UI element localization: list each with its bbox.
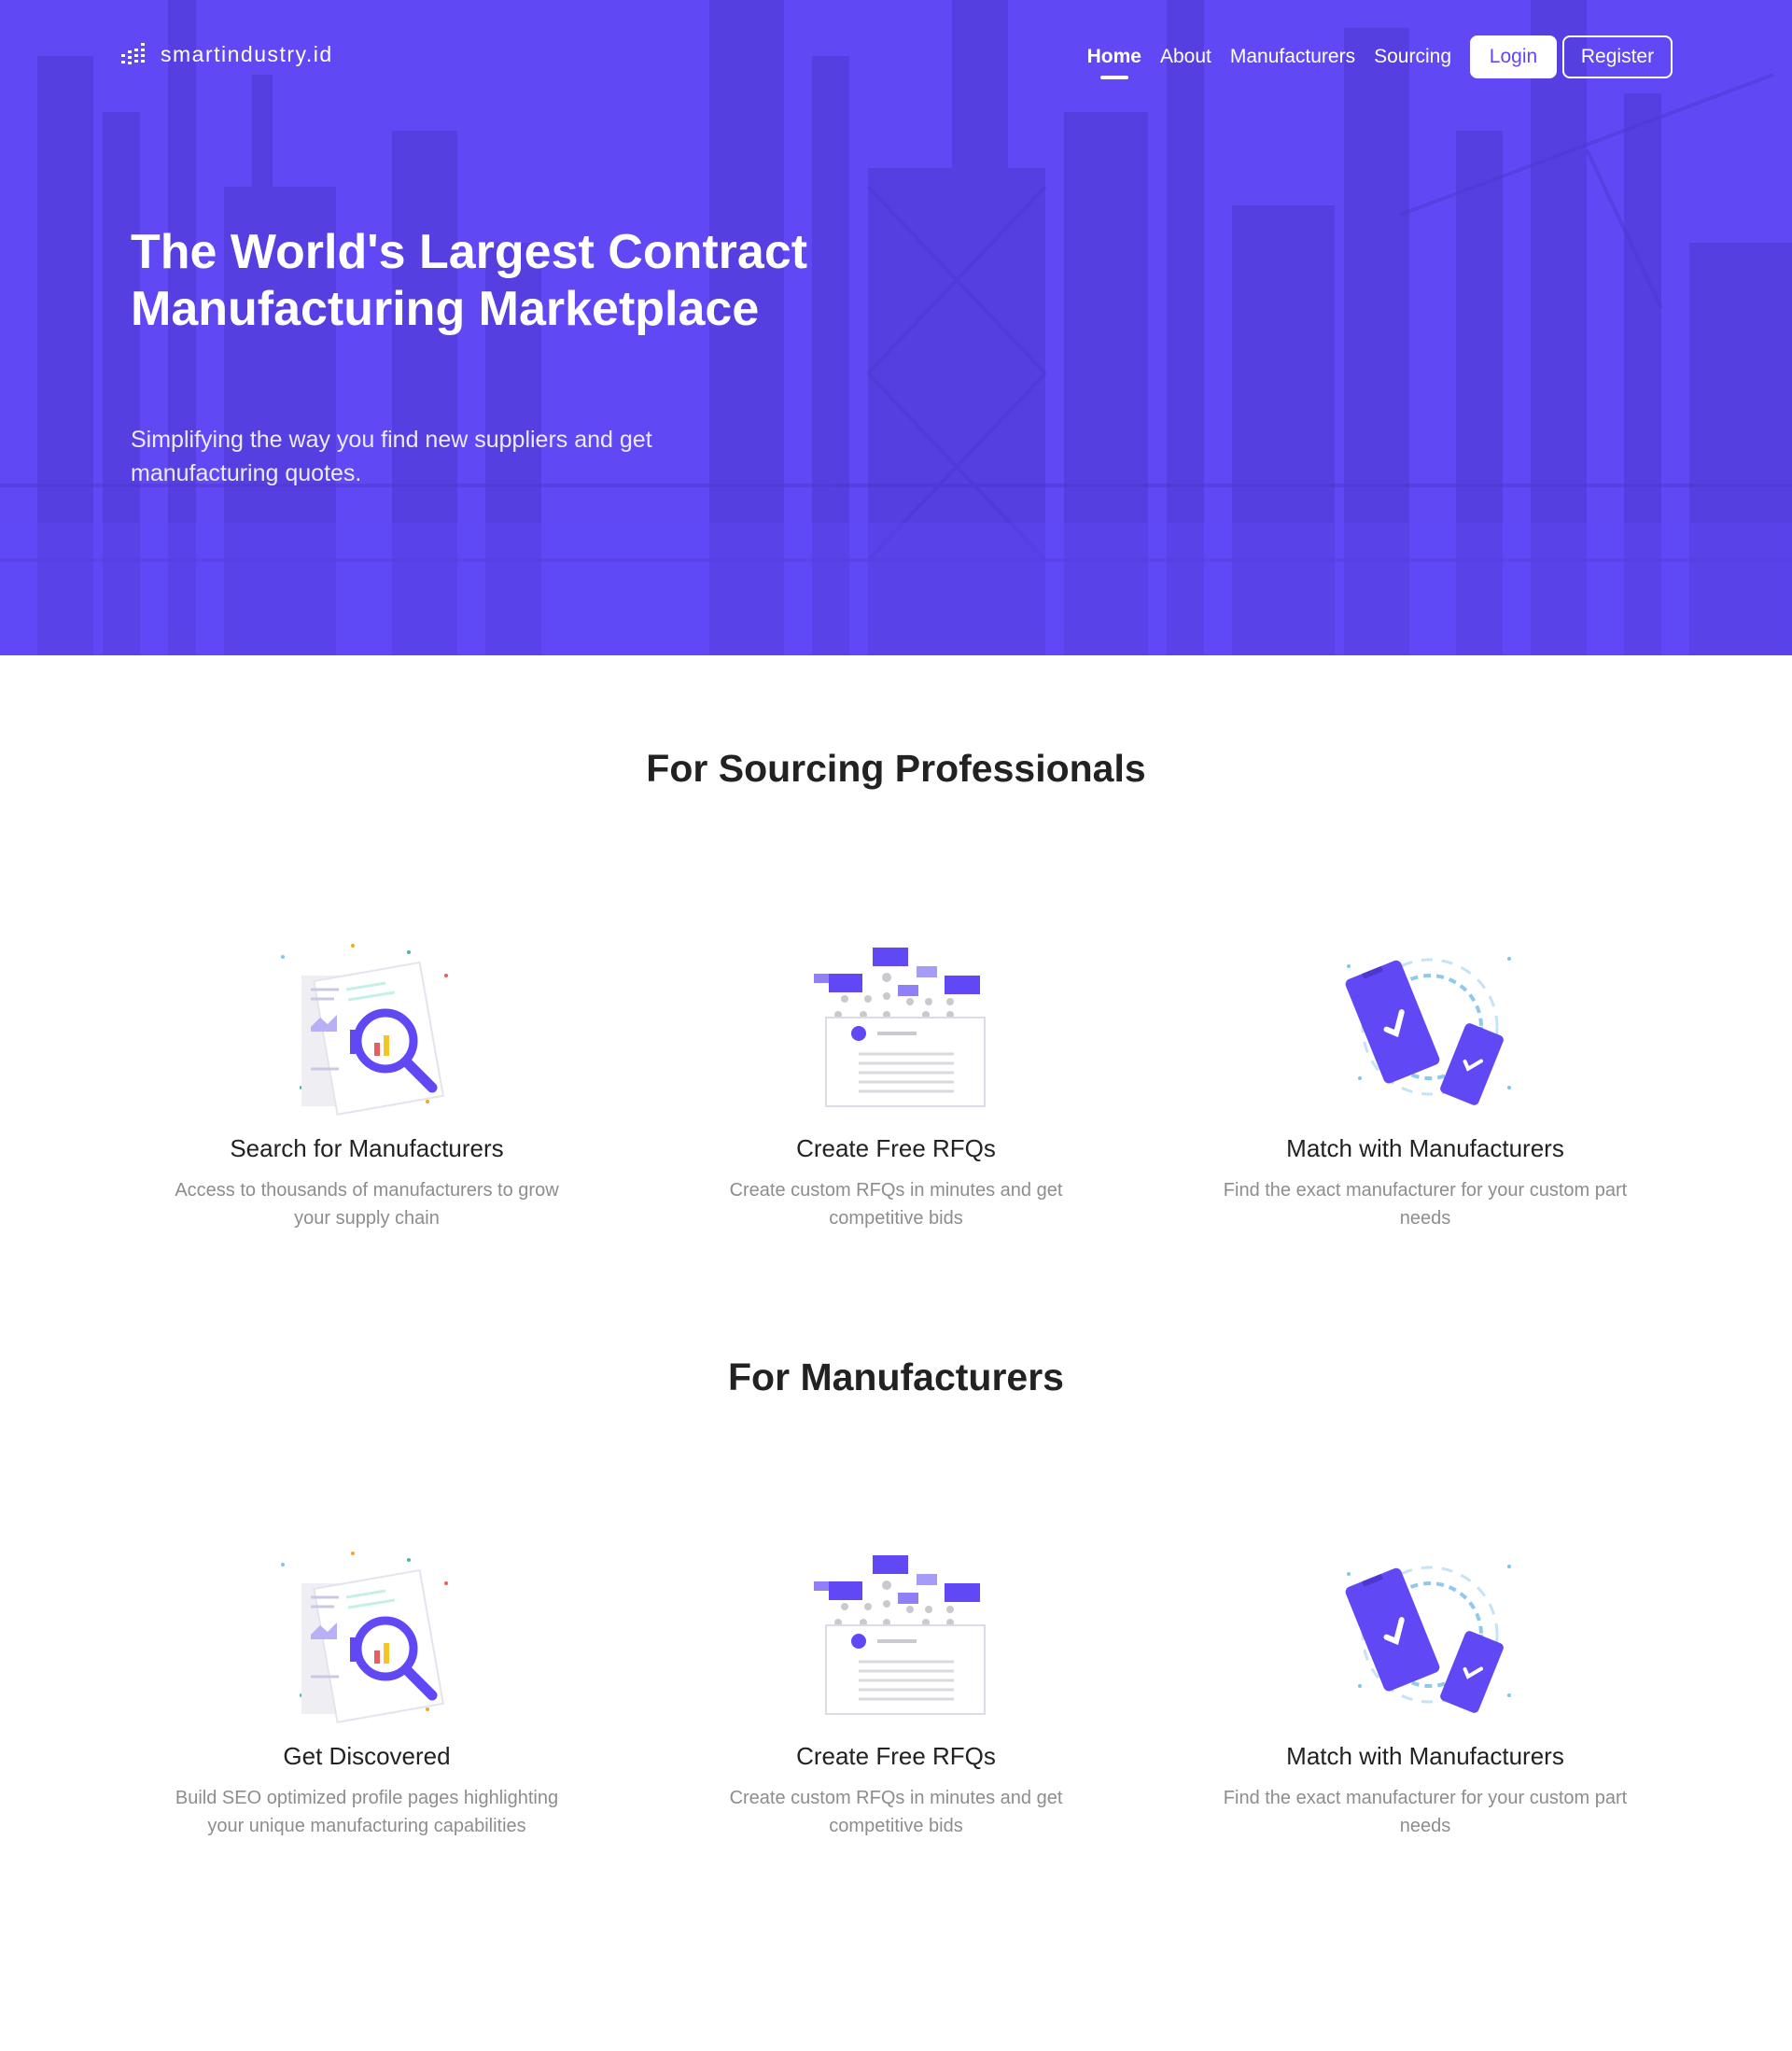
feature-match-manufacturers-2: Match with Manufacturers Find the exact … <box>1220 1546 1631 1840</box>
nav-about-link[interactable]: About <box>1160 46 1211 68</box>
feature-description: Access to thousands of manufacturers to … <box>175 1180 559 1229</box>
hero-section: smartindustry.id Home About Manufacturer… <box>0 0 1792 655</box>
feature-create-rfqs: Create Free RFQs Create custom RFQs in m… <box>691 938 1101 1232</box>
matching-phones-icon <box>1323 1546 1528 1723</box>
login-button[interactable]: Login <box>1470 35 1557 78</box>
hero-subtitle: Simplifying the way you find new supplie… <box>131 427 652 486</box>
feature-description: Create custom RFQs in minutes and get co… <box>729 1788 1063 1836</box>
feature-search-manufacturers: Search for Manufacturers Access to thous… <box>161 938 572 1232</box>
feature-get-discovered: Get Discovered Build SEO optimized profi… <box>161 1546 572 1840</box>
brand-logo[interactable]: smartindustry.id <box>121 41 333 67</box>
search-documents-icon <box>264 1546 469 1723</box>
feature-title: Match with Manufacturers <box>1286 1134 1564 1162</box>
feature-title: Get Discovered <box>283 1742 451 1770</box>
logo-bars-icon <box>121 43 145 64</box>
nav-manufacturers-link[interactable]: Manufacturers <box>1230 46 1355 68</box>
feature-description: Build SEO optimized profile pages highli… <box>175 1788 559 1836</box>
manufacturers-section-title: For Manufacturers <box>728 1356 1064 1398</box>
feature-description: Find the exact manufacturer for your cus… <box>1223 1180 1628 1229</box>
feature-title: Match with Manufacturers <box>1286 1742 1564 1770</box>
feature-title: Search for Manufacturers <box>230 1134 504 1162</box>
feature-create-rfqs-manufacturers: Create Free RFQs Create custom RFQs in m… <box>691 1546 1101 1840</box>
sourcing-section-title: For Sourcing Professionals <box>646 747 1146 790</box>
nav-links: Home About Manufacturers Sourcing Login … <box>1069 35 1673 78</box>
search-documents-icon <box>264 938 469 1116</box>
rfq-form-icon <box>793 938 999 1116</box>
feature-title: Create Free RFQs <box>796 1742 996 1770</box>
register-button[interactable]: Register <box>1562 35 1673 78</box>
brand-name: smartindustry.id <box>161 41 333 66</box>
hero-title: The World's Largest Contract Manufacturi… <box>131 225 808 336</box>
top-navigation: smartindustry.id Home About Manufacturer… <box>0 0 1792 116</box>
nav-home-link[interactable]: Home <box>1087 46 1141 68</box>
feature-description: Find the exact manufacturer for your cus… <box>1223 1788 1628 1836</box>
feature-title: Create Free RFQs <box>796 1134 996 1162</box>
rfq-form-icon <box>793 1546 999 1723</box>
matching-phones-icon <box>1323 938 1528 1116</box>
nav-sourcing-link[interactable]: Sourcing <box>1374 46 1451 68</box>
feature-match-manufacturers: Match with Manufacturers Find the exact … <box>1220 938 1631 1232</box>
feature-description: Create custom RFQs in minutes and get co… <box>729 1180 1063 1229</box>
